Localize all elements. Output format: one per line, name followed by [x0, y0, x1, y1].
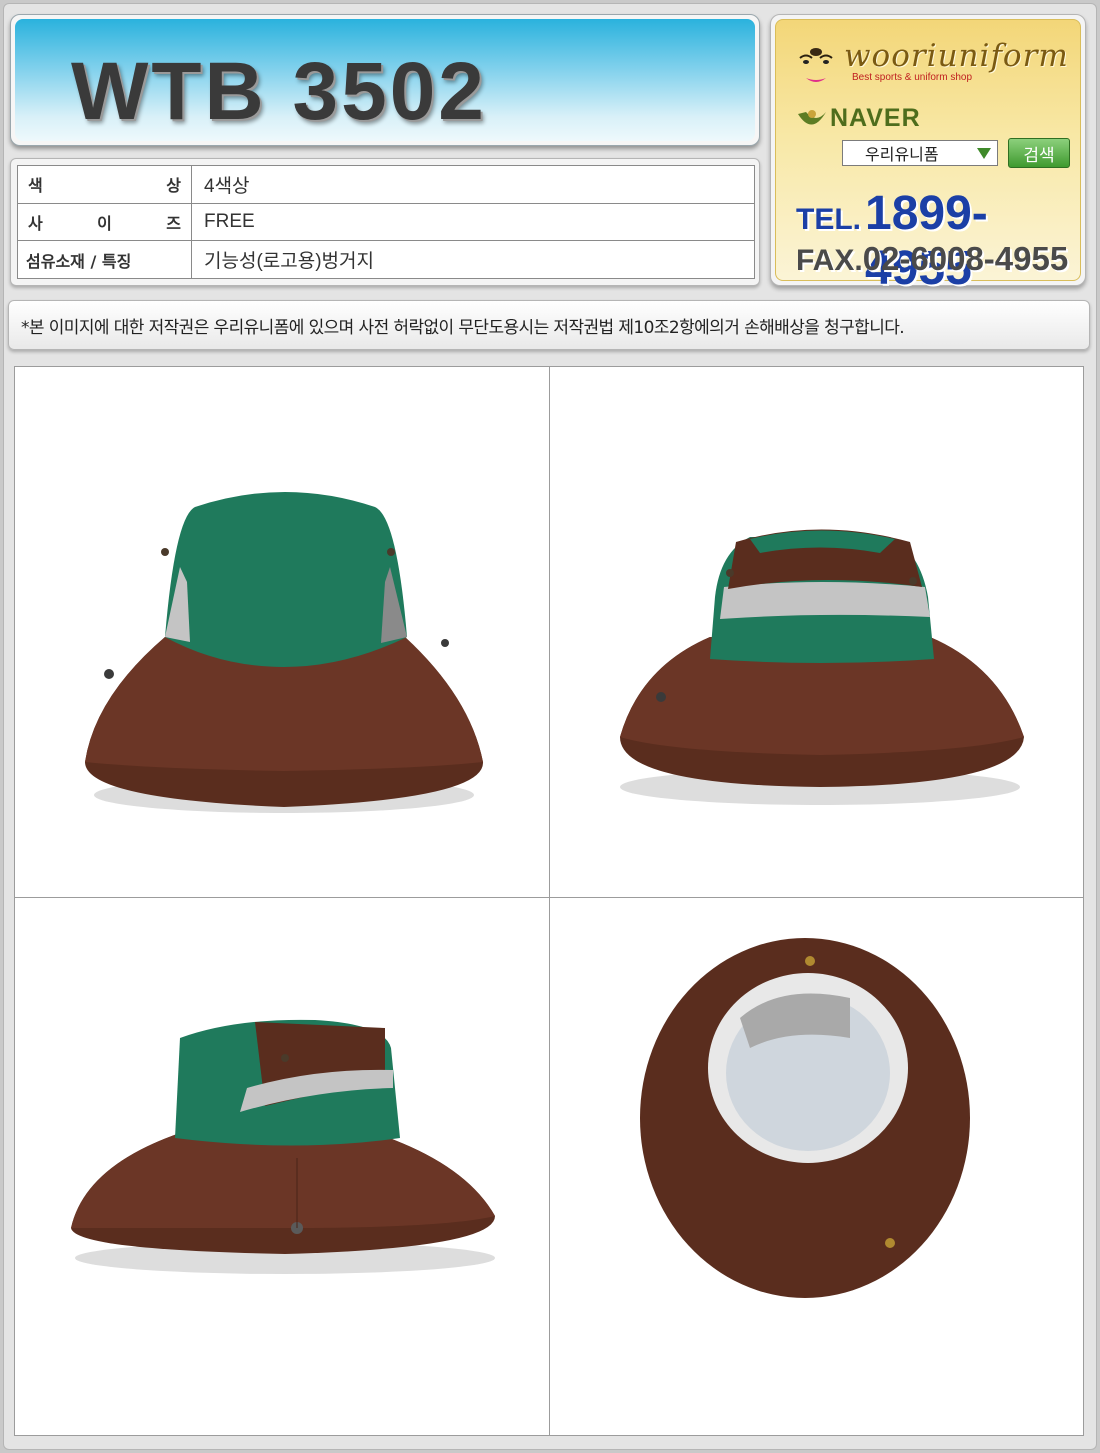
fax-number: FAX. 02-6008-4955: [796, 240, 1069, 277]
naver-search-label: NAVER: [796, 104, 921, 133]
spec-label: 섬유소재 / 특징: [17, 240, 192, 279]
search-button[interactable]: 검색: [1008, 138, 1070, 168]
spec-value-material: 기능성(로고용)벙거지: [191, 240, 755, 279]
spec-label: 즈: [166, 213, 181, 233]
hat-side-photo: [15, 898, 549, 1437]
mascot-face-icon: [799, 48, 833, 82]
search-keyword-select[interactable]: 우리유니폼: [842, 140, 998, 166]
naver-swirl-icon: [798, 109, 826, 125]
spec-label: 사: [28, 213, 43, 233]
dropdown-arrow-icon: [977, 148, 991, 159]
spec-table: 색 상 4색상 사 이 즈 FREE 섬유소재 / 특징 기능성(로고용)벙거지: [17, 165, 755, 279]
brand-tagline: Best sports & uniform shop: [852, 72, 973, 83]
spec-label: 상: [166, 176, 181, 196]
spec-table-box: 색 상 4색상 사 이 즈 FREE 섬유소재 / 특징 기능성(로고용)벙거지: [10, 158, 760, 286]
spec-row-material: 섬유소재 / 특징 기능성(로고용)벙거지: [17, 240, 755, 279]
spec-label: 이: [97, 213, 112, 233]
hat-front-photo: [15, 367, 549, 897]
spec-row-color: 색 상 4색상: [17, 165, 755, 204]
copyright-notice: *본 이미지에 대한 저작권은 우리유니폼에 있으며 사전 허락없이 무단도용시…: [8, 300, 1090, 350]
spec-value-color: 4색상: [191, 165, 755, 204]
spec-row-size: 사 이 즈 FREE: [17, 202, 755, 242]
hat-inside-photo: [550, 898, 1085, 1437]
brand-logo[interactable]: wooriuniform: [844, 38, 1069, 74]
spec-value-size: FREE: [191, 202, 755, 242]
shop-info-box: wooriuniform Best sports & uniform shop …: [770, 14, 1086, 295]
hat-back-photo: [550, 367, 1085, 897]
product-title-box: WTB 3502: [10, 14, 760, 146]
product-code-title: WTB 3502: [71, 46, 487, 137]
spec-label: 색: [28, 176, 43, 196]
product-photo-grid: [14, 366, 1084, 1436]
